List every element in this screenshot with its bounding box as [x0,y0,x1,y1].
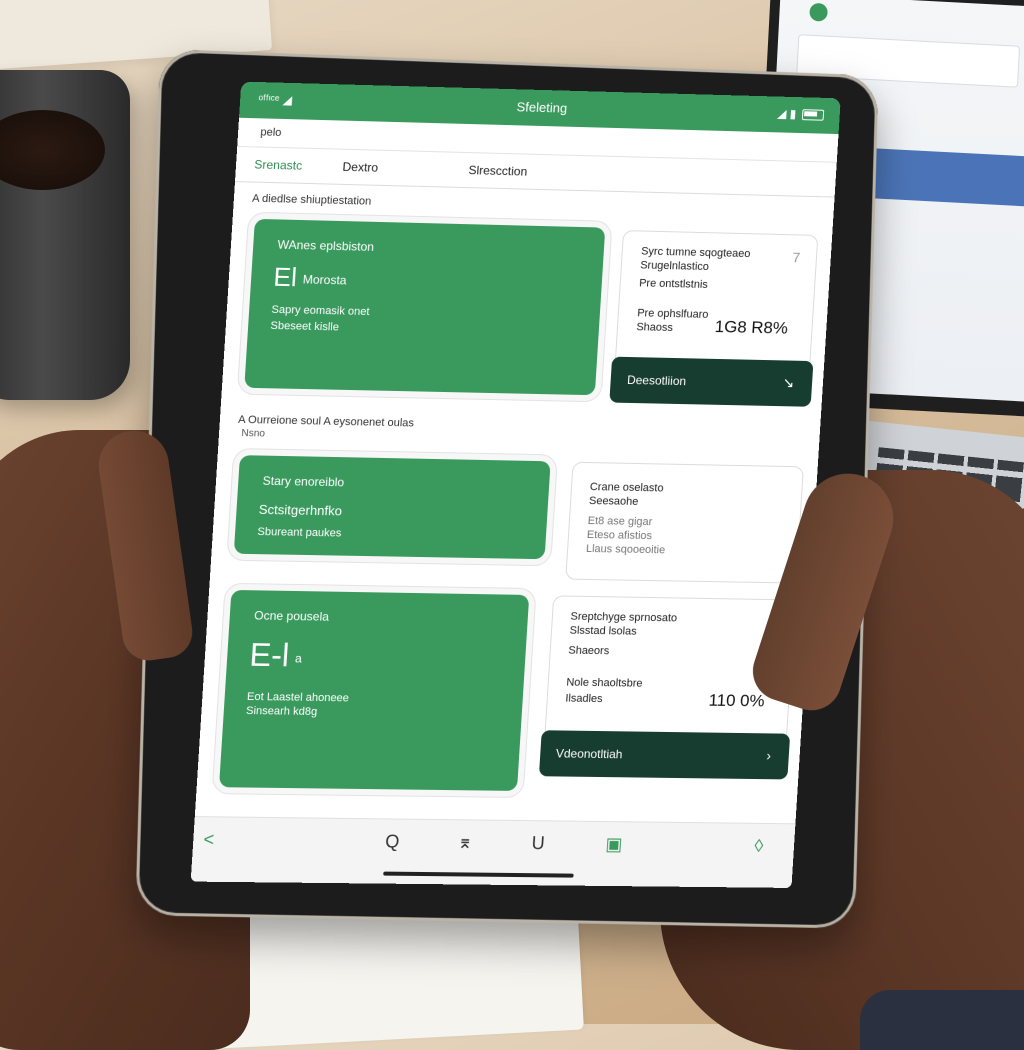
signal-icon: ◢ ▮ [776,106,797,121]
arrow-icon: › [765,747,772,764]
card-big-value: El Morosta [273,262,348,295]
battery-icon [801,108,825,121]
card-line: Nole shaoltsbre [565,676,643,690]
chart-icon[interactable]: ⌆ [457,832,473,853]
action-button-2[interactable]: Vdeonotltiah › [538,730,791,780]
card-title: WAnes eplsbiston [277,237,375,254]
info-card[interactable]: Crane oselasto Seesaohe Et8 ase gigar Et… [565,461,804,584]
tablet-screen: ᵒᶠᶠᶦᶜᵉ ◢ Sfeleting ◢ ▮ pelo Srenastc Dex… [190,81,841,888]
row-3: Ocne pousela E-l a Eot Laastel ahoneee Si… [197,573,811,794]
sleeve [860,990,1024,1050]
action-button[interactable]: Deesotliion ↘ [609,356,814,407]
drop-icon[interactable]: ◊ [754,836,764,857]
card-big-sub: a [294,650,303,666]
card-big-text: E-l [248,636,291,674]
card-line: Eot Laastel ahoneee [246,690,350,705]
card-line: Sapry eomasik onet [271,303,370,319]
summary-card[interactable]: WAnes eplsbiston El Morosta Sapry eomasik… [244,218,606,396]
check-icon [809,2,829,22]
card-line: Et8 ase gigar [587,515,653,529]
status-right: ◢ ▮ [776,106,825,122]
tab-dextro[interactable]: Dextro [342,154,379,181]
card-line: Slsstad lsolas [569,624,638,638]
card-value: 110 0% [708,690,766,711]
chevron-icon[interactable]: 7 [792,249,801,265]
action-button-label: Vdeonotltiah [555,746,623,762]
card-line: Eteso afistios [586,528,653,543]
card-big-text: El [272,261,298,293]
save-icon[interactable]: ▣ [605,834,623,855]
card-line: Sinsearh kd8g [245,704,318,719]
card-title: Stary enoreiblo [262,473,345,490]
card-line: Crane oselasto [589,481,664,495]
bottom-navigation: < Q ⌆ U ▣ ◊ [190,816,796,888]
card-line: Srugelnlastico [639,259,710,274]
laptop-banner [859,147,1024,209]
search-icon[interactable]: Q [385,831,400,852]
detail-card[interactable]: 7 Syrc tumne sqogteaeo Srugelnlastico Pr… [609,230,819,407]
card-line: Pre ontstlstnis [638,277,709,291]
card-line: Seesaohe [588,495,639,508]
row-2: Stary enoreiblo Sctsitgerhnfko Sbureant … [210,445,818,584]
app-title: Sfeleting [516,99,568,116]
tab-srenastc[interactable]: Srenastc [253,151,303,178]
card-line: Llaus sqooeoitie [585,542,666,557]
card-line: Sbureant paukes [257,525,342,540]
card-line: Ilsadles [564,692,603,706]
card-title: Ocne pousela [253,608,330,624]
summary-card-small[interactable]: Stary enoreiblo Sctsitgerhnfko Sbureant … [233,455,551,560]
home-indicator[interactable] [383,871,574,878]
card-line: Shaoss [636,321,674,335]
shield-icon[interactable]: U [531,833,545,854]
arrow-icon: ↘ [782,374,795,391]
card-line: Shaeors [567,644,610,658]
action-button-label: Deesotliion [626,372,687,389]
card-line: Sbeseet kislle [270,319,340,334]
row-1: WAnes eplsbiston El Morosta Sapry eomasik… [222,210,833,407]
card-line: Pre ophslfuaro [636,307,709,321]
card-big-value: E-l a [248,637,303,675]
card-line: Syrc tumne sqogteaeo [640,245,751,261]
back-icon[interactable]: < [203,829,215,850]
card-line: Sreptchyge sprnosato [570,610,678,625]
card-big-sub: Morosta [302,272,348,288]
tab-slrescction[interactable]: Slrescction [468,157,528,185]
summary-card-large[interactable]: Ocne pousela E-l a Eot Laastel ahoneee Si… [218,589,529,791]
card-line: Sctsitgerhnfko [258,501,343,519]
card-value: 1G8 R8% [714,317,789,338]
